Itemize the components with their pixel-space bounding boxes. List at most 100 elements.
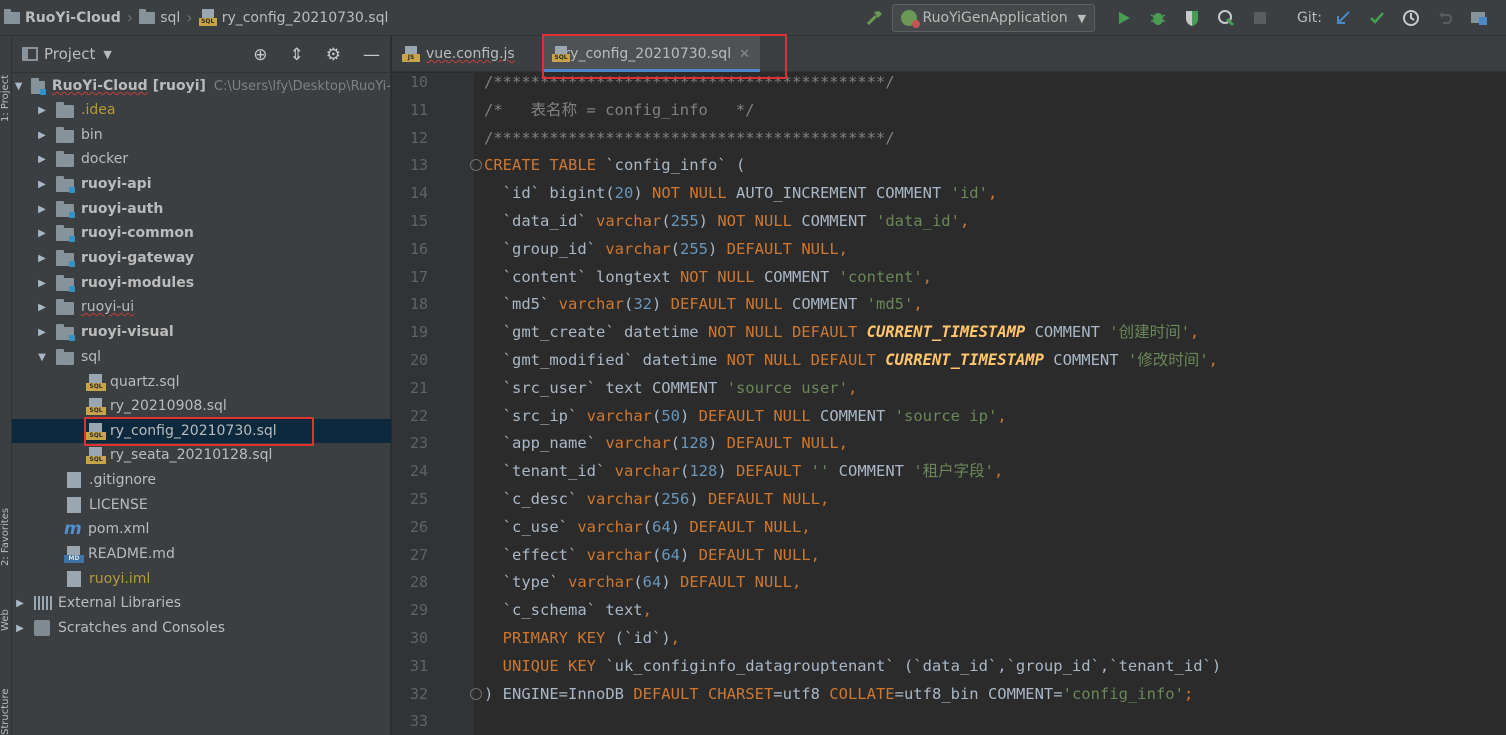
- history-icon[interactable]: [1400, 7, 1422, 29]
- breadcrumb-file-label: ry_config_20210730.sql: [221, 9, 389, 26]
- tree-item-readme[interactable]: MD README.md: [12, 542, 391, 566]
- coverage-icon[interactable]: [1181, 7, 1203, 29]
- code-line: UNIQUE KEY `uk_configinfo_datagrouptenan…: [484, 652, 1222, 680]
- tree-item-ruoyi-visual[interactable]: ▶ ruoyi-visual: [12, 320, 391, 344]
- locate-icon[interactable]: ⊕: [253, 45, 267, 65]
- debug-icon[interactable]: [1147, 7, 1169, 29]
- code-token: 64: [652, 517, 671, 536]
- git-commit-icon[interactable]: [1366, 7, 1388, 29]
- tree-item-quartz-sql[interactable]: SQL quartz.sql: [12, 370, 391, 394]
- minimize-icon[interactable]: —: [363, 45, 380, 65]
- code-token: NOT NULL DEFAULT: [726, 351, 886, 369]
- tree-item-label: ry_20210908.sql: [110, 398, 227, 414]
- collapsed-arrow-icon[interactable]: ▶: [36, 179, 48, 190]
- line-number: 25: [409, 490, 428, 508]
- git-update-icon[interactable]: [1332, 7, 1354, 29]
- breadcrumb-file[interactable]: SQL ry_config_20210730.sql: [198, 9, 389, 26]
- collapsed-arrow-icon[interactable]: ▶: [36, 105, 48, 116]
- fold-marker-icon[interactable]: [470, 687, 482, 700]
- tree-item-ruoyi-api[interactable]: ▶ ruoyi-api: [12, 172, 391, 196]
- tree-item-ry-seata-sql[interactable]: SQL ry_seata_20210128.sql: [12, 443, 391, 467]
- tree-item-ruoyi-iml[interactable]: ruoyi.iml: [12, 567, 391, 591]
- code-token: ;: [1183, 684, 1194, 703]
- breadcrumb-folder[interactable]: sql: [139, 8, 180, 26]
- tree-item-pom-xml[interactable]: m pom.xml: [12, 517, 391, 541]
- tree-item-root[interactable]: ▼ RuoYi-Cloud [ruoyi] C:\Users\lfy\Deskt…: [12, 74, 391, 98]
- collapsed-arrow-icon[interactable]: ▶: [36, 154, 48, 165]
- code-token: 128: [689, 462, 718, 481]
- tree-item-ruoyi-common[interactable]: ▶ ruoyi-common: [12, 221, 391, 245]
- collapsed-arrow-icon[interactable]: ▶: [36, 253, 48, 264]
- tree-item-idea[interactable]: ▶ .idea: [12, 98, 391, 122]
- favorites-tool-tab[interactable]: 2: Favorites: [0, 466, 12, 566]
- code-token: DEFAULT NULL: [708, 490, 820, 508]
- tree-item-ruoyi-ui[interactable]: ▶ ruoyi-ui: [12, 295, 391, 319]
- tree-item-label: ruoyi-ui: [81, 299, 135, 315]
- hammer-icon[interactable]: [864, 7, 886, 29]
- chevron-down-icon[interactable]: ▼: [103, 48, 111, 61]
- code-token: ,: [792, 573, 802, 592]
- tree-item-bin[interactable]: ▶ bin: [12, 123, 391, 147]
- tree-item-ruoyi-gateway[interactable]: ▶ ruoyi-gateway: [12, 246, 391, 270]
- collapsed-arrow-icon[interactable]: ▶: [36, 204, 48, 215]
- expanded-arrow-icon[interactable]: ▼: [36, 352, 48, 363]
- code-token: DEFAULT NULL: [698, 406, 811, 425]
- tree-item-external-libraries[interactable]: ▶ External Libraries: [12, 591, 391, 615]
- project-structure-icon[interactable]: [1468, 7, 1490, 29]
- tree-item-license[interactable]: LICENSE: [12, 493, 391, 517]
- tree-item-sql[interactable]: ▼ sql: [12, 345, 391, 369]
- code-token: 255: [680, 239, 708, 258]
- code-token: DEFAULT NULL: [726, 239, 839, 258]
- code-token: ,: [959, 212, 970, 230]
- line-number: 27: [409, 545, 428, 564]
- collapsed-arrow-icon[interactable]: ▶: [36, 130, 48, 141]
- stop-icon[interactable]: [1249, 7, 1271, 29]
- tree-item-ruoyi-auth[interactable]: ▶ ruoyi-auth: [12, 197, 391, 221]
- web-tool-tab[interactable]: Web: [0, 591, 12, 631]
- code-token: (: [679, 462, 690, 481]
- tree-item-scratches[interactable]: ▶ Scratches and Consoles: [12, 616, 391, 640]
- rollback-icon[interactable]: [1434, 7, 1456, 29]
- profile-icon[interactable]: [1215, 7, 1237, 29]
- tree-item-label: LICENSE: [89, 497, 148, 513]
- collapsed-arrow-icon[interactable]: ▶: [36, 302, 48, 313]
- collapsed-arrow-icon[interactable]: ▶: [36, 327, 48, 338]
- project-tool-tab[interactable]: 1: Project: [0, 42, 12, 122]
- tab-vue-config-js[interactable]: JS vue.config.js: [392, 36, 540, 72]
- tree-item-gitignore[interactable]: .gitignore: [12, 468, 391, 492]
- code-token: `c_use`: [484, 517, 578, 536]
- tree-item-docker[interactable]: ▶ docker: [12, 147, 391, 171]
- breadcrumb-project[interactable]: RuoYi-Cloud: [4, 8, 121, 26]
- tree-item-ruoyi-modules[interactable]: ▶ ruoyi-modules: [12, 271, 391, 295]
- code-token: ,: [1189, 323, 1200, 342]
- line-number-gutter: 10 11 12 13 14 15 16 17 18 19 20 21 22 23 24 25 26 27 28 29…: [392, 73, 474, 735]
- structure-tool-tab[interactable]: Structure: [0, 651, 12, 735]
- run-configuration-select[interactable]: RuoYiGenApplication ▼: [891, 4, 1096, 32]
- tree-item-ry-20210908-sql[interactable]: SQL ry_20210908.sql: [12, 394, 391, 418]
- code-token: ,: [987, 184, 998, 203]
- line-number: 16: [409, 239, 428, 258]
- code-token: DEFAULT NULL: [689, 517, 802, 536]
- code-token: DEFAULT CHARSET: [633, 684, 774, 703]
- collapsed-arrow-icon[interactable]: ▶: [36, 228, 48, 239]
- collapsed-arrow-icon[interactable]: ▶: [14, 598, 26, 609]
- collapse-all-icon[interactable]: ⇕: [290, 45, 304, 65]
- line-number: 10: [409, 73, 428, 91]
- collapsed-arrow-icon[interactable]: ▶: [14, 623, 26, 634]
- code-area[interactable]: /***************************************…: [474, 73, 1506, 735]
- code-token: `src_ip`: [484, 406, 587, 425]
- project-panel-title[interactable]: Project: [44, 45, 95, 63]
- module-folder-icon: [56, 175, 75, 193]
- collapsed-arrow-icon[interactable]: ▶: [36, 278, 48, 289]
- code-token: '创建时间': [1109, 323, 1190, 342]
- code-token: varchar: [586, 406, 652, 425]
- line-number: 24: [409, 462, 428, 481]
- run-icon[interactable]: [1113, 7, 1135, 29]
- code-token: COLLATE: [829, 684, 895, 703]
- sql-file-icon: SQL: [86, 446, 106, 464]
- code-token: DEFAULT NULL: [698, 545, 811, 564]
- code-token: ,: [997, 406, 1007, 425]
- project-panel-header: Project ▼ ⊕ ⇕ ⚙ —: [12, 36, 390, 73]
- gear-icon[interactable]: ⚙: [326, 45, 341, 65]
- expanded-arrow-icon[interactable]: ▼: [14, 81, 23, 92]
